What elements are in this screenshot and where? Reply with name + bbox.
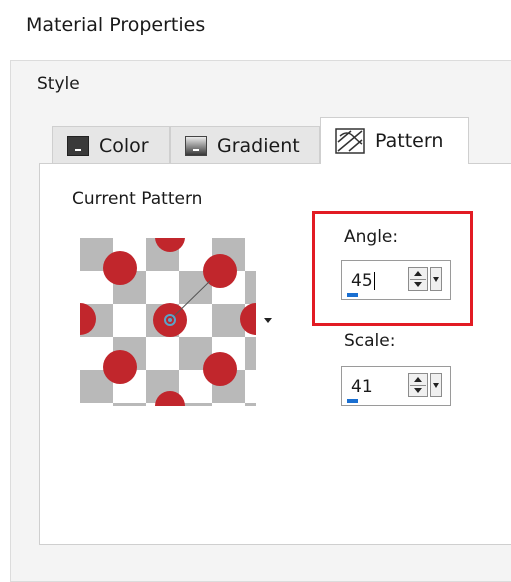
spin-up-icon[interactable]	[414, 377, 422, 382]
highlight-box	[312, 211, 473, 326]
current-pattern-preview[interactable]	[80, 238, 256, 410]
pattern-dropdown-arrow-icon[interactable]	[264, 318, 272, 323]
tab-gradient-label: Gradient	[217, 134, 300, 157]
tab-color[interactable]: Color	[52, 126, 170, 164]
gradient-swatch-icon	[185, 135, 207, 156]
pattern-icon	[335, 128, 365, 154]
scale-label: Scale:	[344, 331, 396, 351]
tab-pattern-label: Pattern	[375, 130, 444, 152]
scale-spin-buttons[interactable]	[408, 373, 428, 397]
tab-pattern[interactable]: Pattern	[320, 117, 469, 164]
scale-spinbox[interactable]: 41	[341, 366, 451, 406]
tab-color-label: Color	[99, 134, 149, 157]
window-title: Material Properties	[26, 14, 206, 36]
style-group-label: Style	[34, 74, 83, 94]
scale-slider-indicator	[347, 399, 358, 403]
current-pattern-label: Current Pattern	[72, 189, 203, 209]
spin-down-icon[interactable]	[414, 388, 422, 393]
scale-value[interactable]: 41	[351, 377, 373, 397]
color-swatch-icon	[67, 135, 89, 156]
tab-gradient[interactable]: Gradient	[170, 126, 320, 164]
scale-dropdown-button[interactable]	[430, 373, 442, 397]
